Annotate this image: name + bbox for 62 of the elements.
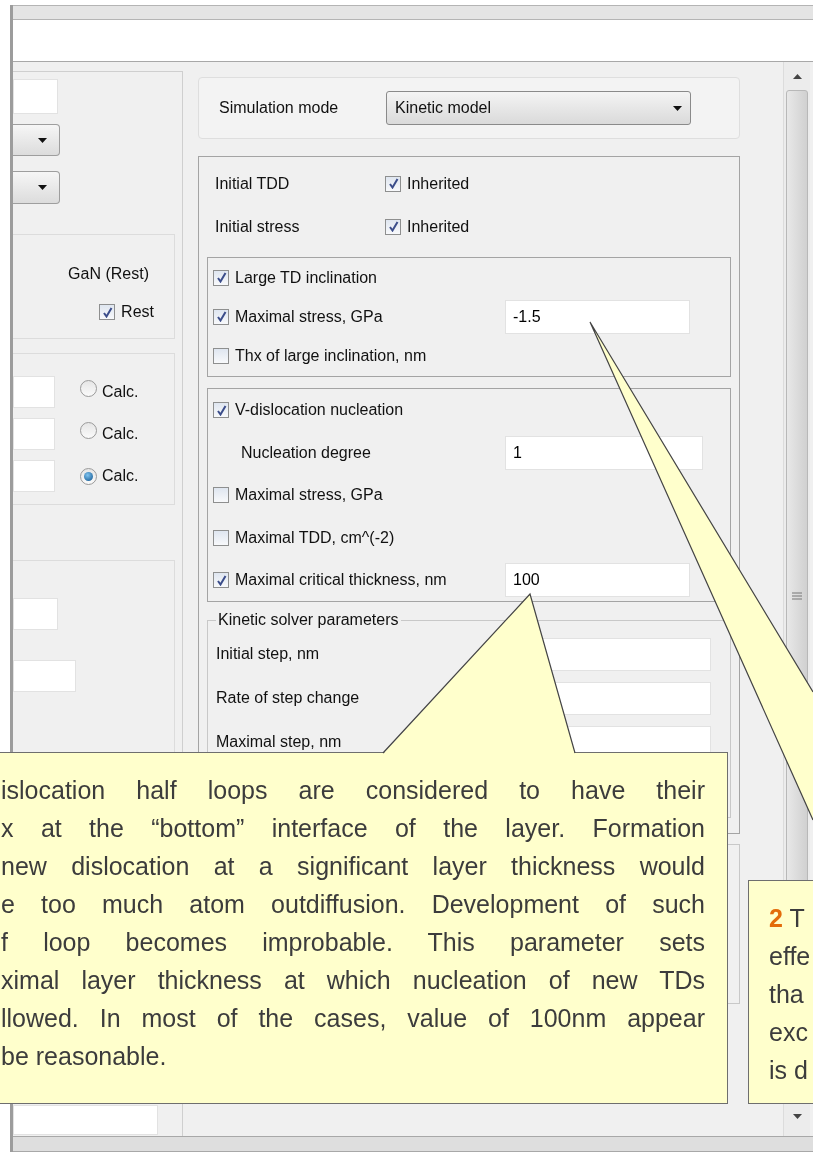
checkbox-label: Inherited — [407, 173, 470, 194]
checkbox[interactable] — [213, 529, 229, 546]
radio-button[interactable] — [80, 380, 97, 397]
dropdown[interactable] — [13, 124, 60, 156]
caret-icon — [38, 137, 47, 143]
caret-icon — [673, 105, 682, 111]
checkbox-label: Large TD inclination — [235, 267, 378, 288]
down-arrow-icon — [792, 1113, 802, 1119]
callout-text: islocation half loops are considered to have their x at the “bottom” interface of the layer. Formation new dislocation at a significant layer thickness would e too much atom outdiffusion. Development of such f loop becomes improbable. This parameter sets ximal layer thickness at which nucleation of new TDs llowed. In most of the cases, value of 100nm appear be reasonable. — [1, 775, 705, 1072]
check-icon — [215, 272, 227, 283]
checkbox[interactable] — [99, 304, 116, 320]
text-field[interactable] — [13, 418, 55, 450]
text-field[interactable]: -1.5 — [505, 299, 690, 334]
group-title: GaN (Rest) — [68, 264, 149, 284]
checkbox[interactable] — [213, 347, 229, 364]
text-field[interactable] — [13, 460, 55, 492]
check-icon — [215, 574, 227, 586]
radio-button[interactable] — [80, 422, 97, 439]
up-arrow-icon — [792, 73, 802, 79]
check-icon — [215, 311, 227, 322]
simulation-mode-dropdown[interactable]: Kinetic model — [386, 91, 691, 125]
caret-icon — [38, 185, 47, 190]
text-field[interactable] — [13, 598, 58, 630]
radio-button[interactable] — [80, 468, 97, 485]
text-field[interactable] — [13, 376, 55, 408]
checkbox[interactable] — [213, 572, 229, 589]
field-label: Maximal step, nm — [216, 732, 343, 752]
field-label: Nucleation degree — [241, 442, 372, 463]
check-icon — [387, 178, 399, 189]
checkbox[interactable] — [385, 175, 401, 192]
text-field[interactable] — [13, 1105, 158, 1135]
checkbox[interactable] — [213, 308, 229, 325]
field-label: Initial step, nm — [216, 644, 321, 664]
check-icon — [387, 221, 399, 232]
checkbox-label: Maximal critical thickness, nm — [235, 570, 448, 591]
field-label: Simulation mode — [219, 98, 340, 118]
dropdown[interactable] — [13, 171, 60, 204]
radio-label: Calc. — [102, 424, 139, 444]
radio-label: Calc. — [102, 466, 139, 486]
callout-text: 2 T effe tha exc is d — [769, 903, 812, 1086]
check-icon — [215, 404, 227, 416]
check-icon — [101, 306, 113, 318]
grip-icon — [792, 592, 802, 600]
checkbox-label: Maximal stress, GPa — [235, 485, 384, 506]
checkbox-label: Rest — [121, 302, 154, 322]
field-label: Rate of step change — [216, 688, 361, 708]
field-label: Initial TDD — [215, 173, 291, 194]
checkbox-label: Maximal stress, GPa — [235, 306, 384, 327]
text-field[interactable] — [13, 79, 58, 114]
text-field[interactable] — [13, 660, 76, 692]
group-title: Kinetic solver parameters — [217, 610, 400, 630]
checkbox-label: Thx of large inclination, nm — [235, 345, 428, 366]
checkbox[interactable] — [213, 269, 229, 286]
checkbox-label: Inherited — [407, 216, 470, 237]
radio-label: Calc. — [102, 382, 139, 402]
checkbox[interactable] — [213, 402, 229, 419]
field-label: Initial stress — [215, 216, 301, 237]
checkbox[interactable] — [213, 487, 229, 504]
checkbox[interactable] — [385, 218, 401, 235]
checkbox-label: Maximal TDD, cm^(-2) — [235, 527, 396, 548]
checkbox-label: V-dislocation nucleation — [235, 400, 405, 421]
text-field[interactable]: 100 — [505, 563, 690, 598]
